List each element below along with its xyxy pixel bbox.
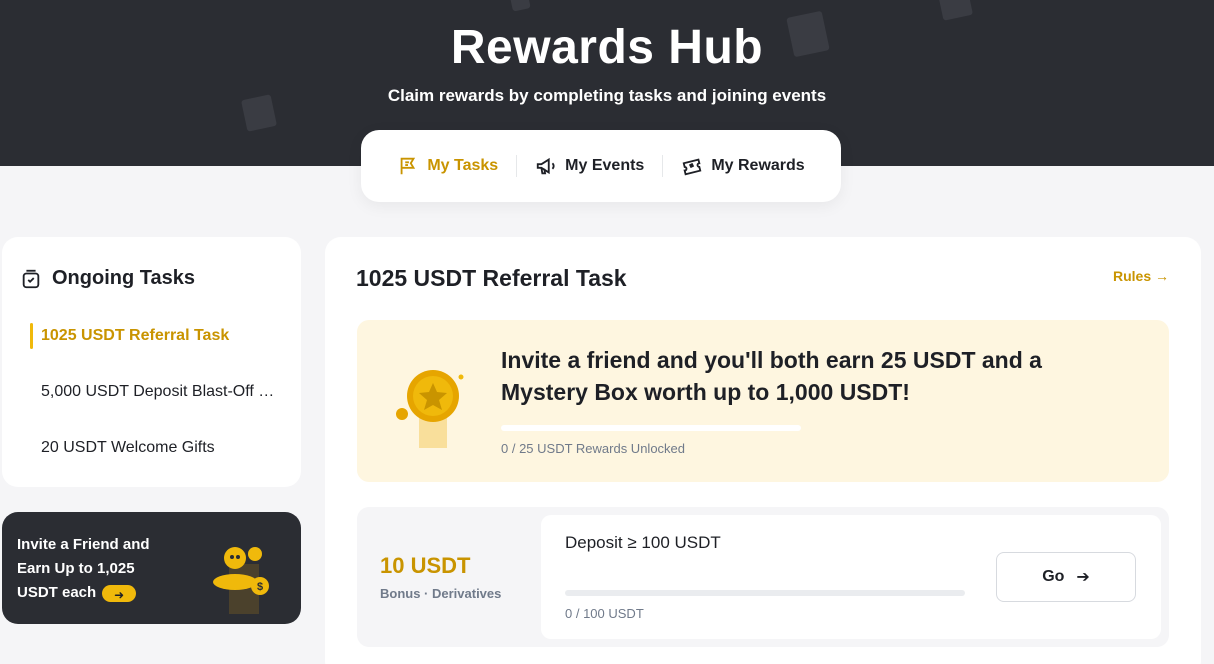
megaphone-icon (537, 157, 555, 175)
sidebar-item-welcome-gifts[interactable]: 20 USDT Welcome Gifts (41, 439, 281, 457)
task-list-icon (22, 269, 40, 288)
task-requirement-box: Deposit ≥ 100 USDT 0 / 100 USDT Go ➔ (541, 515, 1161, 639)
tab-my-rewards[interactable]: My Rewards (663, 154, 822, 178)
deposit-task-card: 10 USDT Bonus · Derivatives Deposit ≥ 10… (357, 507, 1169, 647)
go-label: Go (1042, 568, 1065, 585)
tab-my-tasks[interactable]: My Tasks (379, 154, 516, 178)
promo-text-block: Invite a Friend and Earn Up to 1,025 USD… (17, 533, 177, 607)
rules-label: Rules (1112, 268, 1152, 284)
task-progress-bar (565, 590, 965, 596)
decorative-cube-icon (937, 0, 973, 21)
svg-text:$: $ (257, 581, 263, 593)
ongoing-tasks-panel: Ongoing Tasks 1025 USDT Referral Task 5,… (2, 237, 301, 487)
coin-star-icon (396, 370, 464, 448)
sidebar-item-deposit-campaign[interactable]: 5,000 USDT Deposit Blast-Off Campaign (41, 383, 281, 401)
go-button[interactable]: Go ➔ (996, 552, 1136, 602)
page-subtitle: Claim rewards by completing tasks and jo… (387, 86, 827, 105)
decorative-cube-icon (507, 0, 531, 12)
arrow-right-icon: ➔ (1076, 569, 1090, 586)
invite-description: Invite a friend and you'll both earn 25 … (501, 347, 1042, 405)
referral-illustration-icon: $ (213, 547, 269, 614)
tab-label: My Tasks (427, 157, 499, 174)
ticket-icon (682, 158, 702, 176)
reward-progress-bar (501, 425, 801, 431)
task-reward-amount: 10 USDT (380, 553, 471, 578)
tab-my-events[interactable]: My Events (517, 154, 662, 178)
reward-progress-text: 0 / 25 USDT Rewards Unlocked (501, 441, 686, 456)
active-indicator (30, 323, 33, 349)
invite-promo-banner[interactable]: Invite a Friend and Earn Up to 1,025 USD… (2, 512, 301, 624)
task-reward-type: Bonus · Derivatives (380, 586, 502, 601)
invite-reward-card: Invite a friend and you'll both earn 25 … (357, 320, 1169, 482)
arrow-right-icon[interactable] (102, 583, 137, 607)
flag-icon (400, 157, 416, 175)
tab-label: My Rewards (711, 157, 805, 174)
page-title: Rewards Hub (450, 21, 764, 74)
task-progress-text: 0 / 100 USDT (565, 606, 644, 621)
tab-bar: My Tasks My Events My Rewards (361, 130, 841, 202)
tab-label: My Events (565, 157, 645, 174)
ongoing-tasks-title: Ongoing Tasks (52, 267, 195, 289)
rules-link[interactable]: Rules → (1113, 268, 1169, 284)
arrow-right-icon: → (1155, 268, 1169, 284)
task-requirement: Deposit ≥ 100 USDT (565, 533, 721, 552)
task-detail-panel: 1025 USDT Referral Task Rules → Invite a… (325, 237, 1201, 664)
sidebar-item-referral-task[interactable]: 1025 USDT Referral Task (41, 327, 281, 345)
task-title: 1025 USDT Referral Task (356, 265, 627, 291)
ongoing-tasks-heading: Ongoing Tasks (20, 267, 195, 290)
